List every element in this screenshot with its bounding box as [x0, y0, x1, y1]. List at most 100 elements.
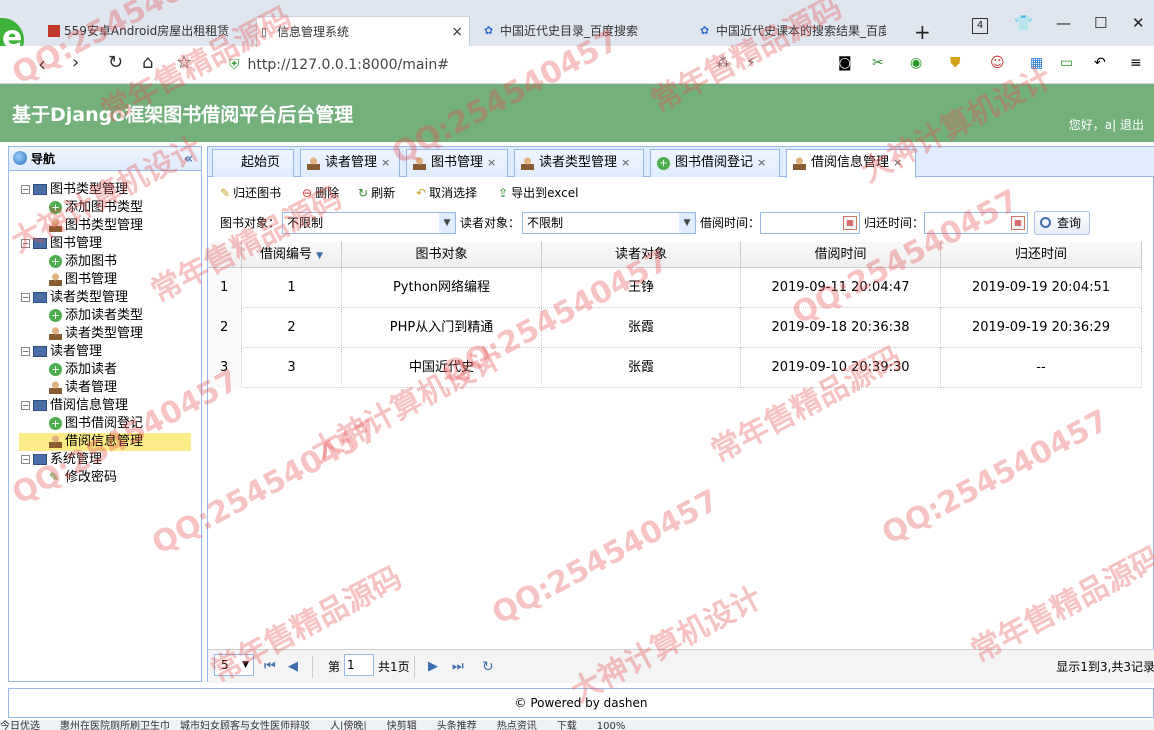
collapse-toggle-icon[interactable]: −: [21, 347, 30, 356]
sidebar-item[interactable]: + 添加图书类型: [49, 199, 143, 217]
column-header-id[interactable]: 借阅编号 ▼: [242, 242, 342, 268]
forward-icon[interactable]: ›: [72, 52, 79, 73]
maximize-icon[interactable]: ☐: [1094, 14, 1107, 32]
pager-summary: 显示1到3,共3记录: [1056, 660, 1154, 674]
user-icon: [49, 219, 62, 232]
sidebar-item[interactable]: 借阅信息管理: [19, 433, 191, 451]
scissors-icon[interactable]: ✂: [872, 55, 884, 71]
tree-group[interactable]: − 读者管理: [21, 343, 102, 361]
prev-page-icon[interactable]: ◀: [288, 652, 298, 682]
emoji-icon[interactable]: ☺: [990, 55, 1005, 71]
table-row[interactable]: 2 2 PHP从入门到精通 张霞 2019-09-18 20:36:38 2019-09-…: [208, 308, 1142, 348]
battery-icon[interactable]: ▭: [1060, 55, 1073, 71]
close-icon[interactable]: ×: [487, 156, 496, 169]
translate-icon[interactable]: ◉: [910, 55, 922, 71]
return-time-input[interactable]: ▦: [924, 212, 1028, 234]
browser-tab-2[interactable]: ▯ 信息管理系统 ×: [256, 16, 470, 46]
reader-select[interactable]: 不限制 ▼: [522, 212, 696, 234]
table-row[interactable]: 3 3 中国近代史 张霞 2019-09-10 20:39:30 --: [208, 348, 1142, 388]
export-icon: ⇪: [498, 186, 509, 200]
reader-cell: 张霞: [542, 308, 741, 348]
return-book-button[interactable]: ✎ 归还图书: [220, 183, 281, 203]
column-header-book[interactable]: 图书对象: [342, 242, 542, 268]
page-tab[interactable]: 借阅信息管理 ×: [786, 149, 916, 178]
browser-tab-4[interactable]: ✿ 中国近代史课本的搜索结果_百度: [696, 16, 886, 46]
lightning-icon[interactable]: ⚡: [746, 55, 756, 71]
table-row[interactable]: 1 1 Python网络编程 王铮 2019-09-11 20:04:47 2019-09…: [208, 268, 1142, 308]
collapse-toggle-icon[interactable]: −: [21, 185, 30, 194]
menu-icon[interactable]: ≡: [1130, 55, 1142, 71]
welcome-logout[interactable]: 您好，a| 退出: [1069, 116, 1144, 133]
collapse-toggle-icon[interactable]: −: [21, 293, 30, 302]
reload-icon[interactable]: ↻: [108, 52, 123, 73]
page-tab[interactable]: 图书管理 ×: [406, 149, 508, 177]
id-cell: 3: [242, 348, 342, 388]
grid-icon[interactable]: ⁂: [716, 55, 730, 71]
close-icon[interactable]: ×: [757, 156, 766, 169]
first-page-icon[interactable]: ⏮: [264, 652, 276, 682]
tree-group[interactable]: − 图书管理: [21, 235, 102, 253]
collapse-toggle-icon[interactable]: −: [21, 239, 30, 248]
column-header-return-time[interactable]: 归还时间: [941, 242, 1142, 268]
export-excel-button[interactable]: ⇪ 导出到excel: [498, 183, 578, 203]
sidebar-item[interactable]: + 添加读者: [49, 361, 117, 379]
user-icon: [49, 273, 62, 286]
close-icon[interactable]: ×: [893, 156, 902, 169]
tree-group[interactable]: − 系统管理: [21, 451, 102, 469]
pager-refresh-icon[interactable]: ↻: [482, 652, 494, 682]
calendar-icon[interactable]: ▦: [1011, 216, 1025, 230]
borrow-time-input[interactable]: ▦: [760, 212, 860, 234]
book-select[interactable]: 不限制 ▼: [282, 212, 456, 234]
ghost-icon[interactable]: ◙: [838, 55, 852, 71]
page-number-input[interactable]: 1: [344, 654, 374, 676]
shield-extension-icon[interactable]: ⛊: [950, 55, 961, 71]
url-field[interactable]: ⛨ http://127.0.0.1:8000/main#: [229, 52, 819, 78]
close-icon[interactable]: ×: [381, 156, 390, 169]
close-icon[interactable]: ×: [621, 156, 630, 169]
sidebar-item[interactable]: 读者类型管理: [49, 325, 143, 343]
calendar-icon[interactable]: ▦: [843, 216, 857, 230]
delete-button[interactable]: ⊖ 删除: [302, 183, 339, 203]
browser-tab-label: 信息管理系统: [277, 25, 350, 39]
apps-icon[interactable]: ▦: [1030, 55, 1043, 71]
browser-tab-3[interactable]: ✿ 中国近代史目录_百度搜索: [480, 16, 680, 46]
sidebar-item[interactable]: 读者管理: [49, 379, 117, 397]
page-tab[interactable]: 读者管理 ×: [300, 149, 400, 177]
page-tab[interactable]: 读者类型管理 ×: [514, 149, 644, 177]
column-header-reader[interactable]: 读者对象: [542, 242, 741, 268]
tree-group[interactable]: − 读者类型管理: [21, 289, 128, 307]
bookmark-star-icon[interactable]: ☆: [176, 52, 192, 73]
query-button[interactable]: 查询: [1034, 211, 1091, 235]
back-icon[interactable]: ‹: [38, 52, 46, 76]
next-page-icon[interactable]: ▶: [428, 652, 438, 682]
collapse-toggle-icon[interactable]: −: [21, 455, 30, 464]
tree-group-label: 读者管理: [50, 344, 103, 359]
sidebar-item[interactable]: + 添加读者类型: [49, 307, 143, 325]
tree-group-label: 借阅信息管理: [50, 398, 129, 413]
last-page-icon[interactable]: ⏭: [452, 652, 464, 682]
shirt-icon[interactable]: 👕: [1014, 14, 1033, 32]
close-tab-icon[interactable]: ×: [451, 17, 463, 46]
sidebar-item[interactable]: 图书类型管理: [49, 217, 143, 235]
tree-group[interactable]: − 借阅信息管理: [21, 397, 128, 415]
tab-count-badge[interactable]: 4: [972, 18, 988, 34]
browser-tab-1[interactable]: 559安卓Android房屋出租租赁: [44, 16, 244, 46]
minimize-icon[interactable]: —: [1056, 14, 1071, 32]
sidebar-item[interactable]: + 添加图书: [49, 253, 117, 271]
close-window-icon[interactable]: ✕: [1132, 14, 1145, 32]
collapse-toggle-icon[interactable]: −: [21, 401, 30, 410]
page-tab[interactable]: 起始页: [212, 149, 294, 177]
page-size-select[interactable]: 5 ▼: [214, 654, 254, 676]
tree-group[interactable]: − 图书类型管理: [21, 181, 128, 199]
refresh-button[interactable]: ↻ 刷新: [358, 183, 395, 203]
home-icon[interactable]: ⌂: [142, 52, 153, 73]
collapse-icon[interactable]: «: [184, 147, 193, 171]
sidebar-item[interactable]: + 图书借阅登记: [49, 415, 143, 433]
column-header-borrow-time[interactable]: 借阅时间: [741, 242, 941, 268]
sidebar-item[interactable]: ✎ 修改密码: [49, 469, 117, 487]
sidebar-item[interactable]: 图书管理: [49, 271, 117, 289]
page-tab[interactable]: + 图书借阅登记 ×: [650, 149, 780, 177]
cancel-select-button[interactable]: ↶ 取消选择: [416, 183, 477, 203]
undo-icon[interactable]: ↶: [1094, 55, 1106, 71]
new-tab-icon[interactable]: +: [914, 20, 931, 44]
